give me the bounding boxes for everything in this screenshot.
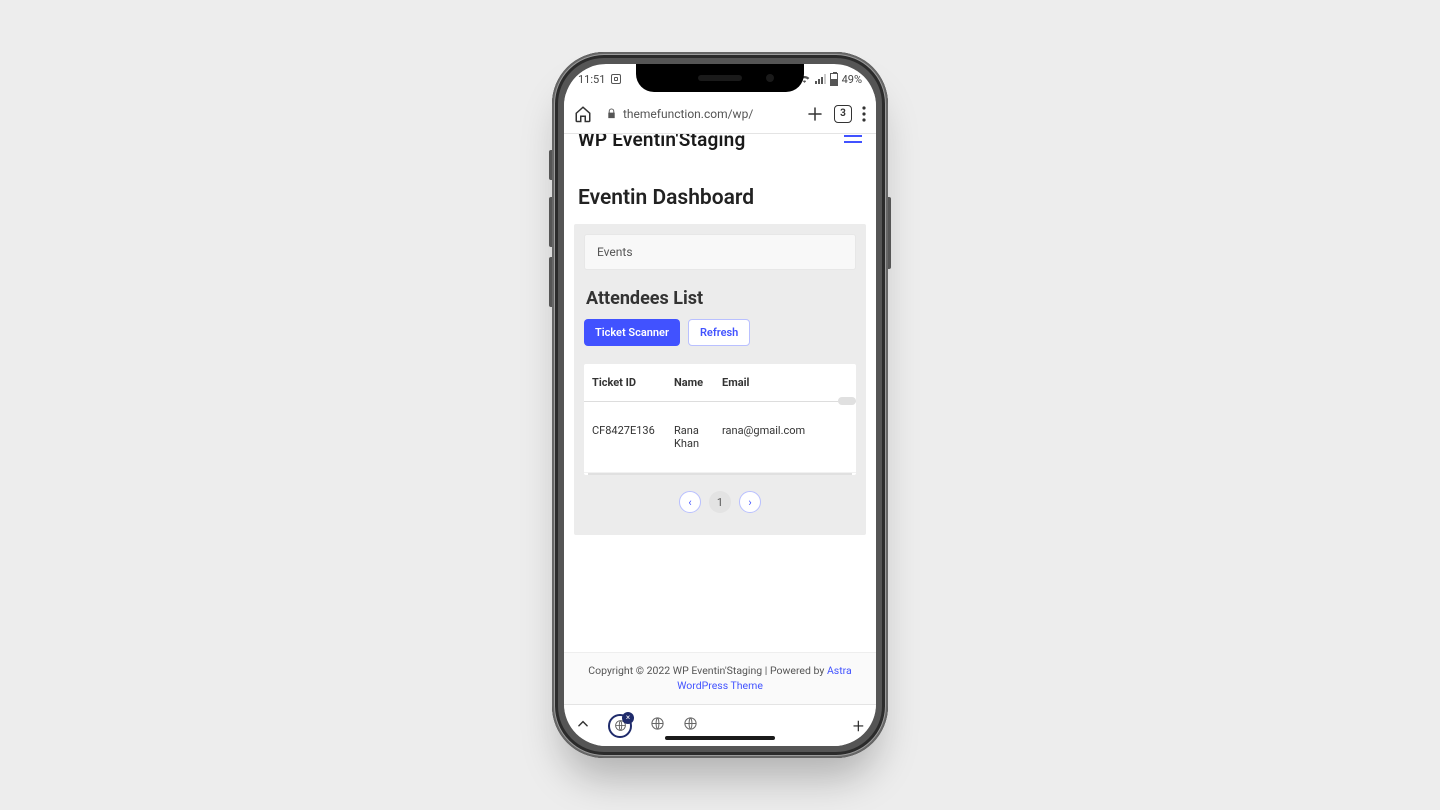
site-header: WP Eventin'Staging (564, 134, 876, 160)
page-viewport[interactable]: WP Eventin'Staging Eventin Dashboard Eve… (564, 134, 876, 704)
pager-next-button[interactable]: › (739, 491, 761, 513)
table-row[interactable]: CF8427E136 Rana Khan rana@gmail.com (584, 402, 856, 473)
silence-switch (549, 150, 552, 180)
power-button (888, 197, 891, 269)
phone-notch (636, 64, 804, 92)
globe-icon[interactable] (683, 716, 698, 735)
more-menu-icon[interactable] (862, 106, 866, 122)
pagination: ‹ 1 › (584, 491, 856, 513)
url-text: themefunction.com/wp/ (623, 107, 753, 121)
close-badge-icon[interactable]: × (622, 712, 634, 724)
col-email: Email (722, 376, 848, 389)
pager-prev-button[interactable]: ‹ (679, 491, 701, 513)
cell-name: Rana Khan (674, 424, 722, 450)
phone-frame: 11:51 1 ♪ 49% (552, 52, 888, 758)
battery-percent: 49% (842, 73, 862, 86)
table-header-row: Ticket ID Name Email (584, 364, 856, 402)
status-misc-icon (611, 74, 621, 84)
site-title: WP Eventin'Staging (578, 134, 745, 151)
pager-current-page: 1 (709, 491, 731, 513)
volume-down-button (549, 257, 552, 307)
cell-ticket: CF8427E136 (592, 424, 674, 450)
new-tab-bottom-icon[interactable]: + (853, 714, 864, 738)
dashboard-title: Eventin Dashboard (564, 160, 876, 224)
hamburger-icon[interactable] (844, 135, 862, 143)
globe-icon[interactable] (650, 716, 665, 735)
attendees-heading: Attendees List (586, 288, 856, 309)
dashboard-panel: Events Attendees List Ticket Scanner Ref… (574, 224, 866, 535)
new-tab-icon[interactable] (806, 105, 824, 123)
cellular-signal-icon (815, 74, 826, 84)
expand-icon[interactable] (576, 716, 590, 735)
browser-omnibar: themefunction.com/wp/ 3 (564, 94, 876, 134)
col-ticket-id: Ticket ID (592, 376, 674, 389)
home-icon[interactable] (574, 105, 592, 123)
refresh-button[interactable]: Refresh (688, 319, 750, 346)
battery-icon (830, 73, 838, 86)
url-bar[interactable]: themefunction.com/wp/ (602, 100, 796, 128)
cell-email: rana@gmail.com (722, 424, 848, 450)
horizontal-scroll-track[interactable] (588, 473, 852, 475)
ticket-scanner-button[interactable]: Ticket Scanner (584, 319, 680, 346)
col-name: Name (674, 376, 722, 389)
attendees-table: Ticket ID Name Email CF8427E136 Rana Kha… (584, 364, 856, 475)
footer-text: Copyright © 2022 WP Eventin'Staging | Po… (588, 664, 827, 677)
site-footer: Copyright © 2022 WP Eventin'Staging | Po… (564, 652, 876, 705)
tab-switcher[interactable]: 3 (834, 105, 852, 123)
active-tab-icon[interactable]: × (608, 714, 632, 738)
home-indicator[interactable] (665, 736, 775, 740)
lock-icon (606, 108, 617, 119)
status-time: 11:51 (578, 73, 605, 86)
events-selector[interactable]: Events (584, 234, 856, 270)
volume-up-button (549, 197, 552, 247)
